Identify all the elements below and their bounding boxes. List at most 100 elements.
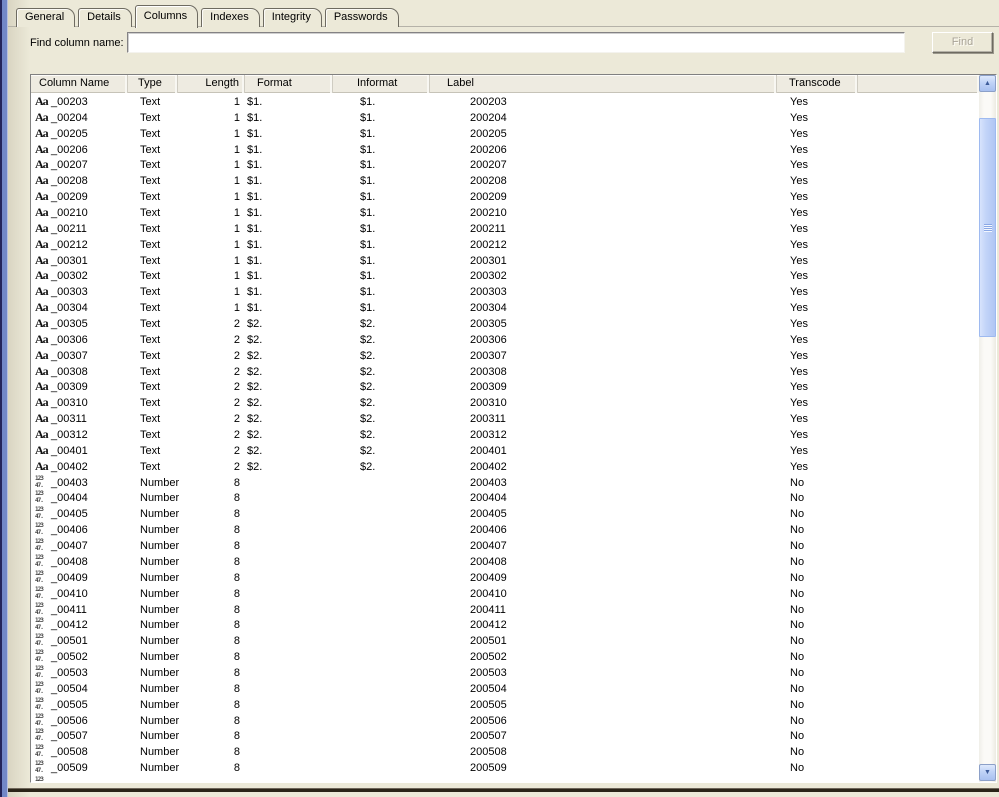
header-format[interactable]: Format	[245, 75, 333, 93]
table-row[interactable]: 123 47. _00412 Number 8 200412 No	[31, 617, 979, 633]
cell-label: 200410	[470, 587, 507, 600]
cell-label: 200209	[470, 191, 507, 204]
cell-type: Text	[140, 127, 161, 140]
cell-informat: $1.	[360, 270, 376, 283]
tab-integrity[interactable]: Integrity	[262, 8, 322, 27]
cell-informat: $2.	[360, 349, 376, 362]
table-row[interactable]: Aa _00207 Text 1 $1. $1. 200207 Yes	[31, 157, 979, 173]
tab-passwords[interactable]: Passwords	[324, 8, 399, 27]
cell-name: _00501	[51, 635, 88, 648]
cell-type: Text	[140, 207, 161, 220]
table-row[interactable]: Aa _00302 Text 1 $1. $1. 200302 Yes	[31, 268, 979, 284]
tab-details[interactable]: Details	[78, 8, 132, 27]
table-row[interactable]: 123 47. _00405 Number 8 200405 No	[31, 506, 979, 522]
cell-transcode: Yes	[790, 365, 808, 378]
cell-transcode: Yes	[790, 175, 808, 188]
header-length[interactable]: Length	[178, 75, 245, 93]
header-type[interactable]: Type	[128, 75, 178, 93]
table-row[interactable]: 123 47. _00407 Number 8 200407 No	[31, 538, 979, 554]
cell-informat: $2.	[360, 381, 376, 394]
table-row[interactable]: Aa _00307 Text 2 $2. $2. 200307 Yes	[31, 348, 979, 364]
cell-label: 200508	[470, 746, 507, 759]
cell-transcode: Yes	[790, 191, 808, 204]
cell-label: 200504	[470, 682, 507, 695]
table-row[interactable]: Aa _00303 Text 1 $1. $1. 200303 Yes	[31, 284, 979, 300]
cell-transcode: Yes	[790, 254, 808, 267]
table-row[interactable]: 123 47. _00505 Number 8 200505 No	[31, 697, 979, 713]
cell-label: 200306	[470, 333, 507, 346]
cell-type: Number	[140, 651, 180, 664]
cell-format: $2.	[247, 318, 263, 331]
header-label[interactable]: Label	[430, 75, 777, 93]
number-column-icon: 12347.	[35, 633, 44, 648]
cell-length: 8	[233, 762, 240, 775]
table-row[interactable]: Aa _00310 Text 2 $2. $2. 200310 Yes	[31, 395, 979, 411]
cell-informat: $2.	[360, 365, 376, 378]
scroll-down-arrow-icon[interactable]: ▼	[979, 764, 996, 781]
table-row[interactable]: 12347.	[31, 776, 979, 782]
tab-columns[interactable]: Columns	[134, 5, 199, 28]
table-row[interactable]: Aa _00402 Text 2 $2. $2. 200402 Yes	[31, 459, 979, 475]
table-row[interactable]: Aa _00209 Text 1 $1. $1. 200209 Yes	[31, 189, 979, 205]
table-row[interactable]: 123 47. _00507 Number 8 200507 No	[31, 728, 979, 744]
table-row[interactable]: Aa _00304 Text 1 $1. $1. 200304 Yes	[31, 300, 979, 316]
cell-name: _00208	[51, 175, 88, 188]
cell-label: 200406	[470, 524, 507, 537]
table-row[interactable]: 123 47. _00403 Number 8 200403 No	[31, 475, 979, 491]
table-row[interactable]: Aa _00204 Text 1 $1. $1. 200204 Yes	[31, 110, 979, 126]
table-row[interactable]: Aa _00210 Text 1 $1. $1. 200210 Yes	[31, 205, 979, 221]
table-row[interactable]: 123 47. _00411 Number 8 200411 No	[31, 602, 979, 618]
table-row[interactable]: 123 47. _00502 Number 8 200502 No	[31, 649, 979, 665]
columns-list: Column Name Type Length Format Informat …	[30, 74, 997, 783]
table-row[interactable]: Aa _00306 Text 2 $2. $2. 200306 Yes	[31, 332, 979, 348]
cell-transcode: No	[790, 730, 805, 743]
table-row[interactable]: Aa _00305 Text 2 $2. $2. 200305 Yes	[31, 316, 979, 332]
table-row[interactable]: Aa _00312 Text 2 $2. $2. 200312 Yes	[31, 427, 979, 443]
table-row[interactable]: Aa _00308 Text 2 $2. $2. 200308 Yes	[31, 364, 979, 380]
vertical-scrollbar[interactable]: ▲ ▼	[979, 75, 996, 782]
table-row[interactable]: Aa _00401 Text 2 $2. $2. 200401 Yes	[31, 443, 979, 459]
table-row[interactable]: Aa _00203 Text 1 $1. $1. 200203 Yes	[31, 94, 979, 110]
table-row[interactable]: Aa _00311 Text 2 $2. $2. 200311 Yes	[31, 411, 979, 427]
table-row[interactable]: 123 47. _00406 Number 8 200406 No	[31, 522, 979, 538]
cell-transcode: Yes	[790, 270, 808, 283]
table-row[interactable]: 123 47. _00501 Number 8 200501 No	[31, 633, 979, 649]
table-row[interactable]: Aa _00211 Text 1 $1. $1. 200211 Yes	[31, 221, 979, 237]
cell-length: 1	[233, 96, 240, 108]
header-informat[interactable]: Informat	[333, 75, 430, 93]
table-row[interactable]: 123 47. _00509 Number 8 200509 No	[31, 760, 979, 776]
cell-type: Number	[140, 492, 180, 505]
scroll-up-arrow-icon[interactable]: ▲	[979, 75, 996, 92]
table-row[interactable]: Aa _00309 Text 2 $2. $2. 200309 Yes	[31, 379, 979, 395]
cell-name: _00311	[51, 413, 87, 426]
cell-label: 200405	[470, 508, 507, 521]
text-column-icon: Aa	[35, 94, 49, 108]
number-column-icon: 12347.	[35, 553, 44, 568]
table-row[interactable]: 123 47. _00410 Number 8 200410 No	[31, 586, 979, 602]
find-button[interactable]: Find	[932, 32, 993, 53]
tab-general[interactable]: General	[16, 8, 76, 27]
text-column-icon: Aa	[35, 316, 49, 331]
table-row[interactable]: Aa _00212 Text 1 $1. $1. 200212 Yes	[31, 237, 979, 253]
table-row[interactable]: 123 47. _00508 Number 8 200508 No	[31, 744, 979, 760]
find-column-name-input[interactable]	[127, 32, 905, 53]
table-row[interactable]: 123 47. _00409 Number 8 200409 No	[31, 570, 979, 586]
cell-format: $2.	[247, 397, 263, 410]
table-row[interactable]: Aa _00206 Text 1 $1. $1. 200206 Yes	[31, 142, 979, 158]
table-row[interactable]: 123 47. _00504 Number 8 200504 No	[31, 681, 979, 697]
header-column-name[interactable]: Column Name	[31, 75, 128, 93]
table-row[interactable]: Aa _00301 Text 1 $1. $1. 200301 Yes	[31, 253, 979, 269]
tab-indexes[interactable]: Indexes	[201, 8, 260, 27]
header-transcode[interactable]: Transcode	[777, 75, 858, 93]
table-row[interactable]: 123 47. _00503 Number 8 200503 No	[31, 665, 979, 681]
cell-length: 8	[233, 619, 240, 632]
cell-informat: $2.	[360, 460, 376, 473]
scrollbar-thumb[interactable]	[979, 118, 996, 337]
table-row[interactable]: Aa _00205 Text 1 $1. $1. 200205 Yes	[31, 126, 979, 142]
table-row[interactable]: 123 47. _00506 Number 8 200506 No	[31, 713, 979, 729]
table-row[interactable]: 123 47. _00404 Number 8 200404 No	[31, 490, 979, 506]
table-row[interactable]: Aa _00208 Text 1 $1. $1. 200208 Yes	[31, 173, 979, 189]
cell-type: Number	[140, 540, 180, 553]
table-row[interactable]: 123 47. _00408 Number 8 200408 No	[31, 554, 979, 570]
text-column-icon: Aa	[35, 141, 49, 156]
